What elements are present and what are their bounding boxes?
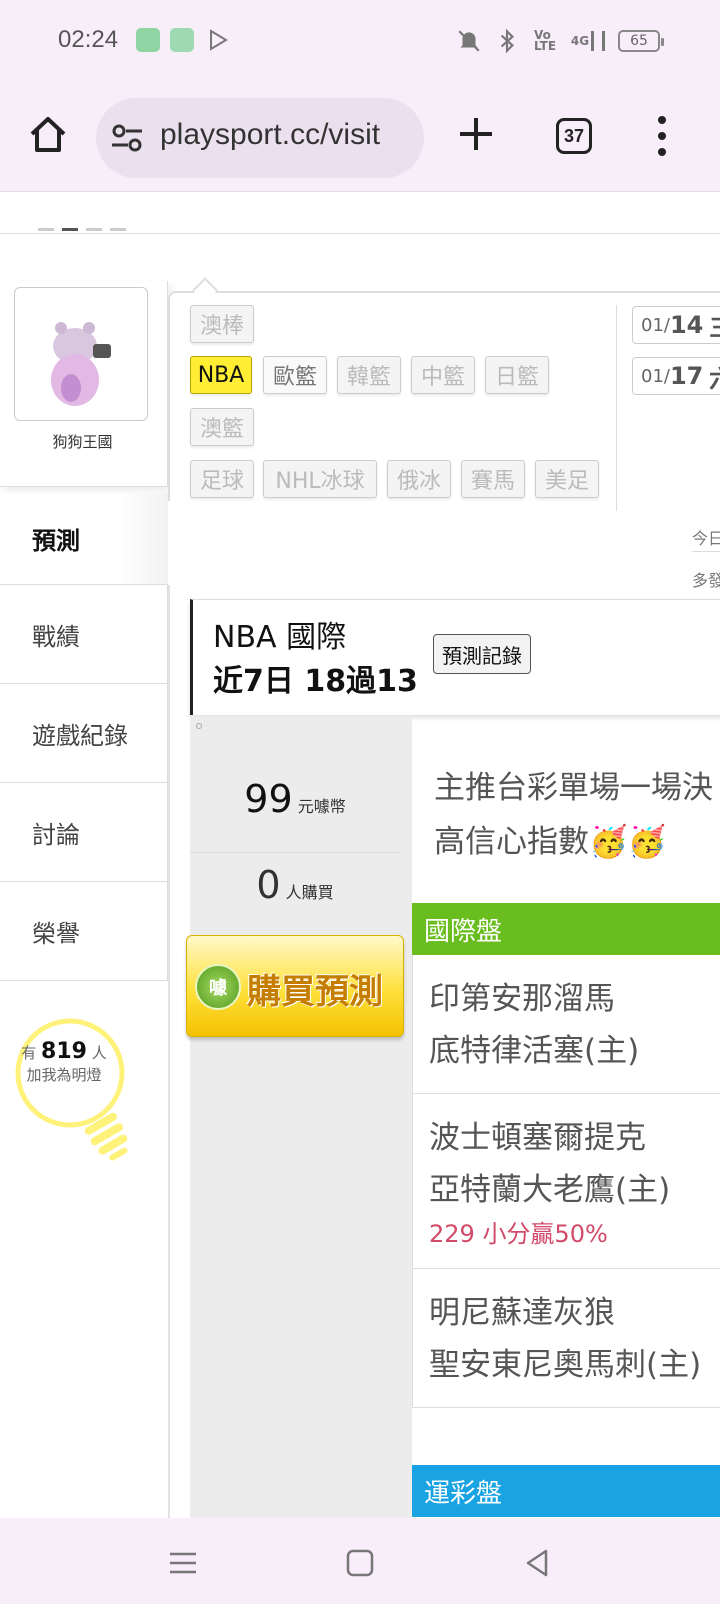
date-chip[interactable]: 01/17 六 [632, 357, 720, 395]
league-chip-aus-baseball[interactable]: 澳棒 [190, 305, 254, 343]
game-item[interactable]: 印第安那溜馬 底特律活塞(主) [413, 955, 720, 1094]
tab-switcher-button[interactable]: 37 [556, 118, 592, 154]
league-chip-horse-racing[interactable]: 賽馬 [461, 460, 525, 498]
divider [0, 233, 720, 234]
app-notification-icon [136, 28, 160, 52]
nav-item-record[interactable]: 戰績 [0, 585, 168, 684]
note-line: 高信心指數🥳🥳 [434, 824, 667, 860]
price-unit: 元噱幣 [297, 797, 346, 816]
nav-item-discussion[interactable]: 討論 [0, 783, 168, 882]
league-chip-nhl[interactable]: NHL冰球 [263, 460, 377, 498]
note-line: 主推台彩單場一場決 [434, 770, 713, 806]
address-bar[interactable]: playsport.cc/visit [96, 98, 424, 178]
battery-icon: 65 [618, 30, 664, 52]
site-settings-icon[interactable] [110, 122, 144, 154]
bear-figure-image [51, 322, 111, 406]
game-item[interactable]: 波士頓塞爾提克 亞特蘭大老鷹(主) 229 小分贏50% [413, 1094, 720, 1269]
league-chip-euro-basketball[interactable]: 歐籃 [263, 356, 327, 394]
buyers-unit: 人購買 [285, 883, 334, 902]
back-icon[interactable] [520, 1546, 554, 1580]
price: 99 元噱幣 [190, 777, 400, 853]
lightbulb-icon [15, 1018, 128, 1161]
network-label: 4G [570, 34, 590, 48]
fans-prefix: 有 [21, 1044, 37, 1062]
date-month: 01/ [641, 365, 670, 387]
browser-toolbar: playsport.cc/visit 37 [0, 84, 720, 192]
fans-suffix: 人 [91, 1044, 107, 1062]
home-nav-icon[interactable] [343, 1546, 377, 1580]
play-store-icon [210, 29, 228, 51]
section-sport-lottery: 運彩盤 [412, 1465, 720, 1517]
away-team: 明尼蘇達灰狼 [429, 1295, 615, 1331]
league-chip-aus-basketball[interactable]: 澳籃 [190, 408, 254, 446]
profile-card: 狗狗王國 [0, 281, 168, 487]
price-value: 99 [244, 777, 293, 821]
divider [692, 551, 720, 552]
nav-item-game-log[interactable]: 遊戲紀錄 [0, 684, 168, 783]
buyers-value: 0 [256, 863, 281, 907]
carousel-indicator [38, 228, 126, 231]
home-team: 底特律活塞(主) [429, 1033, 640, 1069]
league-chip-japan-basketball[interactable]: 日籃 [485, 356, 549, 394]
nav-item-predict[interactable]: 預測 [0, 493, 168, 585]
bluetooth-icon [500, 28, 514, 54]
league-chip-soccer[interactable]: 足球 [190, 460, 254, 498]
home-icon[interactable] [24, 110, 72, 158]
date-weekday: 三 [709, 308, 720, 343]
web-page: 狗狗王國 預測 戰績 遊戲紀錄 討論 榮譽 有 819 人 加我為明燈 澳棒 N… [0, 193, 720, 1518]
prediction-history-button[interactable]: 預測記錄 [433, 634, 531, 674]
home-team: 亞特蘭大老鷹(主) [429, 1172, 671, 1208]
date-weekday: 六 [709, 359, 720, 394]
system-nav-bar [0, 1518, 720, 1604]
league-chip-nba[interactable]: NBA [190, 356, 252, 394]
mute-icon [458, 30, 480, 52]
fans-count[interactable]: 有 819 人 加我為明燈 [14, 1041, 114, 1086]
username[interactable]: 狗狗王國 [0, 431, 165, 452]
pick-result: 229 小分贏50% [429, 1220, 608, 1248]
buy-prediction-button[interactable]: 噱 購買預測 [186, 935, 404, 1037]
status-bar: 02:24 Vo LTE 4G 65 [0, 0, 720, 84]
side-note: 今日 [692, 529, 720, 548]
prediction-title: NBA 國際 [213, 620, 347, 655]
buyers: 0 人購買 [190, 853, 400, 923]
prediction-note: 主推台彩單場一場決 高信心指數🥳🥳 [434, 761, 720, 869]
game-item[interactable]: 明尼蘇達灰狼 聖安東尼奧馬刺(主) [413, 1269, 720, 1408]
date-month: 01/ [641, 314, 670, 336]
more-menu-icon[interactable] [654, 114, 670, 158]
prediction-record: 近7日 18過13 [213, 664, 418, 699]
coin-icon: 噱 [195, 964, 241, 1010]
away-team: 印第安那溜馬 [429, 981, 615, 1017]
status-time: 02:24 [58, 26, 119, 53]
signal-4g-icon: 4G [570, 28, 606, 54]
league-chip-nfl[interactable]: 美足 [535, 460, 599, 498]
status-icons: Vo LTE 4G 65 [456, 26, 664, 56]
purchase-panel: 99 元噱幣 0 人購買 噱 購買預測 [186, 717, 412, 1518]
date-day: 17 [669, 362, 704, 390]
section-international: 國際盤 [412, 903, 720, 955]
date-day: 14 [669, 311, 704, 339]
app-notification-icon [170, 28, 194, 52]
league-chip-korea-basketball[interactable]: 韓籃 [337, 356, 401, 394]
game-list: 印第安那溜馬 底特律活塞(主) 波士頓塞爾提克 亞特蘭大老鷹(主) 229 小分… [412, 955, 720, 1408]
avatar[interactable] [14, 287, 148, 421]
pin-icon [196, 723, 202, 729]
divider [168, 585, 170, 1518]
profile-nav: 預測 戰績 遊戲紀錄 討論 榮譽 [0, 493, 168, 981]
side-note: 多發 [692, 571, 720, 590]
divider [616, 305, 617, 511]
date-chip[interactable]: 01/14 三 [632, 306, 720, 344]
league-chip-khl[interactable]: 俄冰 [387, 460, 451, 498]
url-text[interactable]: playsport.cc/visit [160, 118, 380, 152]
buy-button-label: 購買預測 [247, 972, 383, 1012]
nav-item-honor[interactable]: 榮譽 [0, 882, 168, 981]
new-tab-icon[interactable] [452, 110, 500, 158]
away-team: 波士頓塞爾提克 [429, 1120, 646, 1156]
prediction-header: NBA 國際 近7日 18過13 預測記錄 [190, 599, 720, 715]
volte-icon: Vo LTE [533, 28, 557, 53]
fans-caption: 加我為明燈 [26, 1066, 102, 1084]
recents-icon[interactable] [166, 1546, 200, 1580]
fans-number: 819 [41, 1039, 87, 1064]
league-chip-china-basketball[interactable]: 中籃 [411, 356, 475, 394]
home-team: 聖安東尼奧馬刺(主) [429, 1347, 702, 1383]
